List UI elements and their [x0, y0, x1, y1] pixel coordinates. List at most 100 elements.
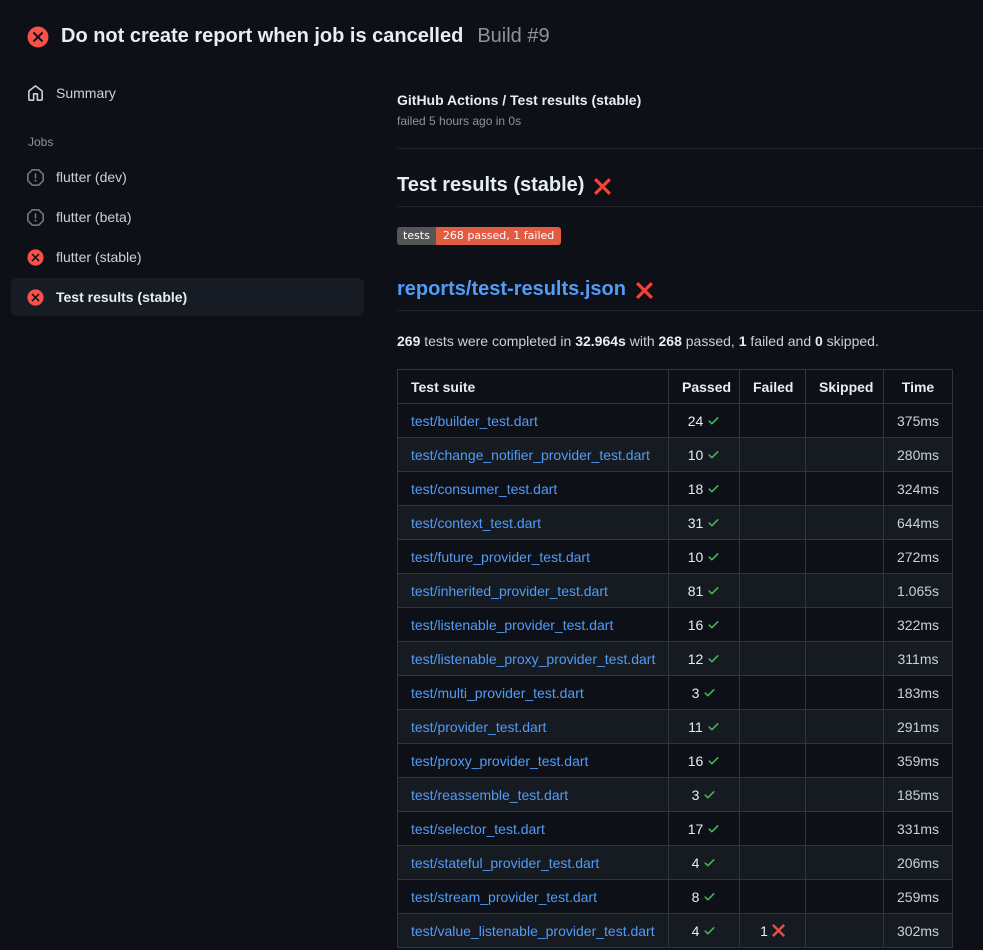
summary-text: skipped.	[823, 333, 879, 349]
summary-number: 1	[739, 333, 747, 349]
failed-cell	[740, 710, 806, 744]
report-file-link[interactable]: reports/test-results.json	[397, 278, 626, 301]
job-label: flutter (dev)	[56, 169, 127, 185]
failed-cell	[740, 540, 806, 574]
suite-cell: test/inherited_provider_test.dart	[398, 574, 669, 608]
count-number: 10	[688, 549, 704, 565]
time-cell: 359ms	[884, 744, 953, 778]
skipped-cell	[806, 506, 884, 540]
test-suite-link[interactable]: test/listenable_proxy_provider_test.dart	[411, 651, 655, 667]
jobs-section-label: Jobs	[28, 135, 364, 149]
time-cell: 206ms	[884, 846, 953, 880]
test-suite-link[interactable]: test/builder_test.dart	[411, 413, 538, 429]
passed-cell: 10	[669, 438, 740, 472]
table-row: test/proxy_provider_test.dart 16 359ms	[398, 744, 953, 778]
report-heading: reports/test-results.json	[397, 278, 983, 311]
failed-cell	[740, 642, 806, 676]
skipped-cell	[806, 472, 884, 506]
table-row: test/value_listenable_provider_test.dart…	[398, 914, 953, 948]
count-value: 4	[692, 855, 717, 871]
jobs-list: flutter (dev) flutter (beta) flutter (stab…	[11, 157, 364, 316]
suite-cell: test/future_provider_test.dart	[398, 540, 669, 574]
count-number: 11	[688, 719, 703, 735]
check-icon	[703, 890, 716, 903]
count-value: 1	[760, 923, 785, 939]
test-suite-link[interactable]: test/stream_provider_test.dart	[411, 889, 597, 905]
passed-cell: 17	[669, 812, 740, 846]
check-icon	[707, 448, 720, 461]
section-heading: Test results (stable)	[397, 174, 983, 207]
summary-text: tests were completed in	[420, 333, 575, 349]
sidebar-item-job[interactable]: flutter (beta)	[11, 197, 364, 237]
count-number: 3	[692, 787, 700, 803]
count-value: 12	[688, 651, 721, 667]
passed-cell: 10	[669, 540, 740, 574]
count-value: 16	[688, 753, 721, 769]
test-suite-link[interactable]: test/multi_provider_test.dart	[411, 685, 584, 701]
test-suite-link[interactable]: test/selector_test.dart	[411, 821, 545, 837]
suite-cell: test/provider_test.dart	[398, 710, 669, 744]
suite-cell: test/context_test.dart	[398, 506, 669, 540]
test-suite-link[interactable]: test/future_provider_test.dart	[411, 549, 590, 565]
passed-cell: 16	[669, 608, 740, 642]
summary-text: failed and	[747, 333, 816, 349]
sidebar-item-summary[interactable]: Summary	[11, 73, 364, 113]
table-row: test/consumer_test.dart18324ms	[398, 472, 953, 506]
failed-cell	[740, 676, 806, 710]
test-suite-link[interactable]: test/consumer_test.dart	[411, 481, 557, 497]
count-value: 3	[692, 685, 717, 701]
breadcrumb: GitHub Actions / Test results (stable)	[397, 92, 983, 108]
table-row: test/multi_provider_test.dart3183ms	[398, 676, 953, 710]
check-icon	[707, 584, 720, 597]
test-suite-link[interactable]: test/stateful_provider_test.dart	[411, 855, 599, 871]
time-cell: 1.065s	[884, 574, 953, 608]
failed-cell	[740, 880, 806, 914]
cross-mark-icon	[636, 282, 653, 299]
table-row: test/stream_provider_test.dart8259ms	[398, 880, 953, 914]
count-value: 10	[688, 549, 721, 565]
count-number: 3	[692, 685, 700, 701]
table-row: test/builder_test.dart24375ms	[398, 404, 953, 438]
test-suite-link[interactable]: test/context_test.dart	[411, 515, 541, 531]
table-row: test/listenable_proxy_provider_test.dart…	[398, 642, 953, 676]
failed-cell	[740, 778, 806, 812]
skipped-cell	[806, 642, 884, 676]
skipped-cell	[806, 744, 884, 778]
sidebar-item-job[interactable]: flutter (stable)	[11, 237, 364, 277]
content-divider	[397, 148, 983, 149]
test-suite-link[interactable]: test/change_notifier_provider_test.dart	[411, 447, 650, 463]
test-suite-link[interactable]: test/listenable_provider_test.dart	[411, 617, 613, 633]
suite-cell: test/listenable_provider_test.dart	[398, 608, 669, 642]
suite-cell: test/consumer_test.dart	[398, 472, 669, 506]
column-header-time: Time	[884, 370, 953, 404]
passed-cell: 81	[669, 574, 740, 608]
count-number: 81	[688, 583, 704, 599]
cross-mark-icon	[594, 178, 611, 195]
check-icon	[707, 720, 720, 733]
sidebar-item-job[interactable]: flutter (dev)	[11, 157, 364, 197]
passed-cell: 16	[669, 744, 740, 778]
suite-cell: test/change_notifier_provider_test.dart	[398, 438, 669, 472]
sidebar-item-job[interactable]: Test results (stable)	[11, 278, 364, 316]
test-suite-link[interactable]: test/reassemble_test.dart	[411, 787, 568, 803]
suite-cell: test/listenable_proxy_provider_test.dart	[398, 642, 669, 676]
count-value: 11	[688, 719, 720, 735]
time-cell: 322ms	[884, 608, 953, 642]
test-results-table: Test suite Passed Failed Skipped Time te…	[397, 369, 953, 948]
failed-cell	[740, 812, 806, 846]
test-suite-link[interactable]: test/proxy_provider_test.dart	[411, 753, 588, 769]
test-suite-link[interactable]: test/inherited_provider_test.dart	[411, 583, 608, 599]
test-suite-link[interactable]: test/provider_test.dart	[411, 719, 546, 735]
count-value: 16	[688, 617, 721, 633]
check-icon	[707, 414, 720, 427]
skipped-cell	[806, 880, 884, 914]
summary-sentence: 269 tests were completed in 32.964s with…	[397, 333, 983, 349]
time-cell: 185ms	[884, 778, 953, 812]
suite-cell: test/selector_test.dart	[398, 812, 669, 846]
job-label: flutter (stable)	[56, 249, 142, 265]
skipped-cell	[806, 608, 884, 642]
passed-cell: 4	[669, 914, 740, 948]
count-number: 4	[692, 923, 700, 939]
time-cell: 644ms	[884, 506, 953, 540]
test-suite-link[interactable]: test/value_listenable_provider_test.dart	[411, 923, 655, 939]
